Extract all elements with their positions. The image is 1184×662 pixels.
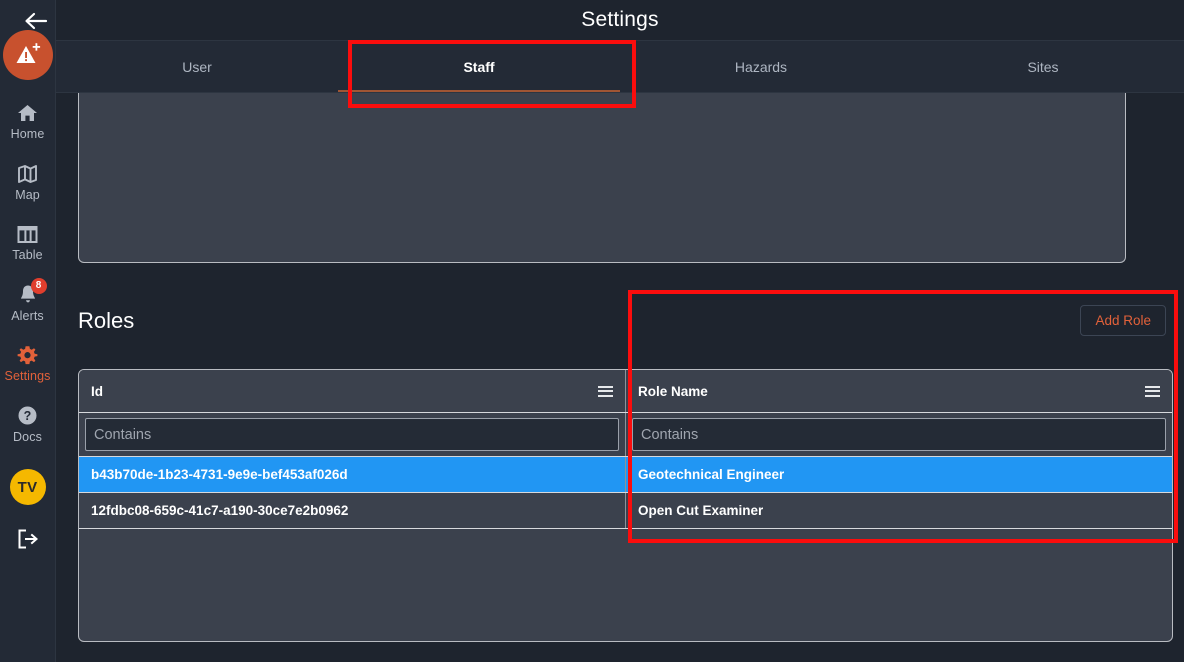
- hamburger-icon[interactable]: [598, 385, 613, 397]
- sidebar-item-label: Docs: [13, 429, 42, 444]
- sidebar-item-table[interactable]: Table: [0, 223, 56, 262]
- cell-id[interactable]: 12fdbc08-659c-41c7-a190-30ce7e2b0962: [79, 493, 625, 528]
- page-title: Settings: [581, 8, 659, 31]
- table-icon: [17, 223, 38, 245]
- map-icon: [17, 163, 38, 185]
- sidebar-item-label: Settings: [4, 369, 51, 383]
- filter-input-id[interactable]: [85, 418, 619, 451]
- section-title: Roles: [78, 308, 135, 333]
- cell-role-name[interactable]: Open Cut Examiner: [625, 493, 1172, 528]
- sidebar-item-docs[interactable]: ? Docs: [0, 405, 56, 444]
- settings-tabs: User Staff Hazards Sites: [56, 41, 1184, 93]
- tab-sites[interactable]: Sites: [902, 41, 1184, 92]
- sidebar-item-home[interactable]: Home: [0, 102, 56, 141]
- sidebar-item-settings[interactable]: Settings: [0, 344, 56, 383]
- main-content: Settings User Staff Hazards Sites Roles …: [25, 0, 1184, 662]
- bell-icon: 8: [18, 277, 47, 306]
- svg-text:?: ?: [24, 409, 32, 423]
- column-header-label: Role Name: [638, 383, 708, 399]
- sidebar: Home Map Table 8 Alerts Settings ? Docs …: [0, 0, 56, 662]
- sidebar-item-label: Alerts: [11, 308, 44, 323]
- tab-user[interactable]: User: [56, 41, 338, 92]
- top-header: Settings: [25, 0, 1184, 41]
- roles-grid-filter-row: [79, 413, 1172, 457]
- cell-text: Geotechnical Engineer: [638, 467, 785, 482]
- tab-staff[interactable]: Staff: [338, 41, 620, 92]
- back-arrow-icon[interactable]: [14, 0, 58, 41]
- staff-grid-panel[interactable]: [78, 93, 1126, 263]
- home-icon: [17, 102, 38, 124]
- settings-scroll-area[interactable]: Roles Add Role Id Role Name Contains Con…: [56, 93, 1184, 662]
- sidebar-item-label: Map: [15, 187, 40, 202]
- alerts-badge: 8: [30, 277, 47, 294]
- roles-grid: Id Role Name Contains Contains b43b70de-…: [78, 369, 1173, 642]
- cell-text: 12fdbc08-659c-41c7-a190-30ce7e2b0962: [91, 503, 349, 518]
- filter-input-role-name[interactable]: [632, 418, 1166, 451]
- column-header-id[interactable]: Id: [79, 370, 625, 412]
- sidebar-item-label: Table: [12, 248, 43, 262]
- app-root: Home Map Table 8 Alerts Settings ? Docs …: [0, 0, 1184, 662]
- cell-text: b43b70de-1b23-4731-9e9e-bef453af026d: [91, 467, 348, 482]
- avatar[interactable]: TV: [9, 469, 46, 505]
- logout-icon[interactable]: [17, 529, 39, 554]
- cell-role-name[interactable]: Geotechnical Engineer: [625, 457, 1172, 492]
- table-row[interactable]: 12fdbc08-659c-41c7-a190-30ce7e2b0962 Ope…: [79, 493, 1172, 529]
- roles-grid-header-row: Id Role Name: [79, 370, 1172, 413]
- table-row[interactable]: b43b70de-1b23-4731-9e9e-bef453af026d Geo…: [79, 457, 1172, 493]
- roles-section-header: Roles Add Role: [56, 291, 1166, 351]
- cell-id[interactable]: b43b70de-1b23-4731-9e9e-bef453af026d: [79, 457, 625, 492]
- sidebar-item-label: Home: [10, 127, 45, 141]
- column-header-role-name[interactable]: Role Name: [625, 370, 1172, 412]
- hamburger-icon[interactable]: [1145, 385, 1160, 397]
- filter-cell-id: [79, 413, 625, 456]
- sidebar-item-map[interactable]: Map: [0, 163, 56, 202]
- gear-icon: [17, 344, 38, 366]
- add-role-button[interactable]: Add Role: [1080, 305, 1166, 336]
- cell-text: Open Cut Examiner: [638, 503, 764, 518]
- column-header-label: Id: [91, 383, 103, 399]
- sidebar-item-alerts[interactable]: 8 Alerts: [0, 277, 56, 323]
- help-icon: ?: [17, 405, 38, 427]
- tab-hazards[interactable]: Hazards: [620, 41, 902, 92]
- filter-cell-role-name: [625, 413, 1172, 456]
